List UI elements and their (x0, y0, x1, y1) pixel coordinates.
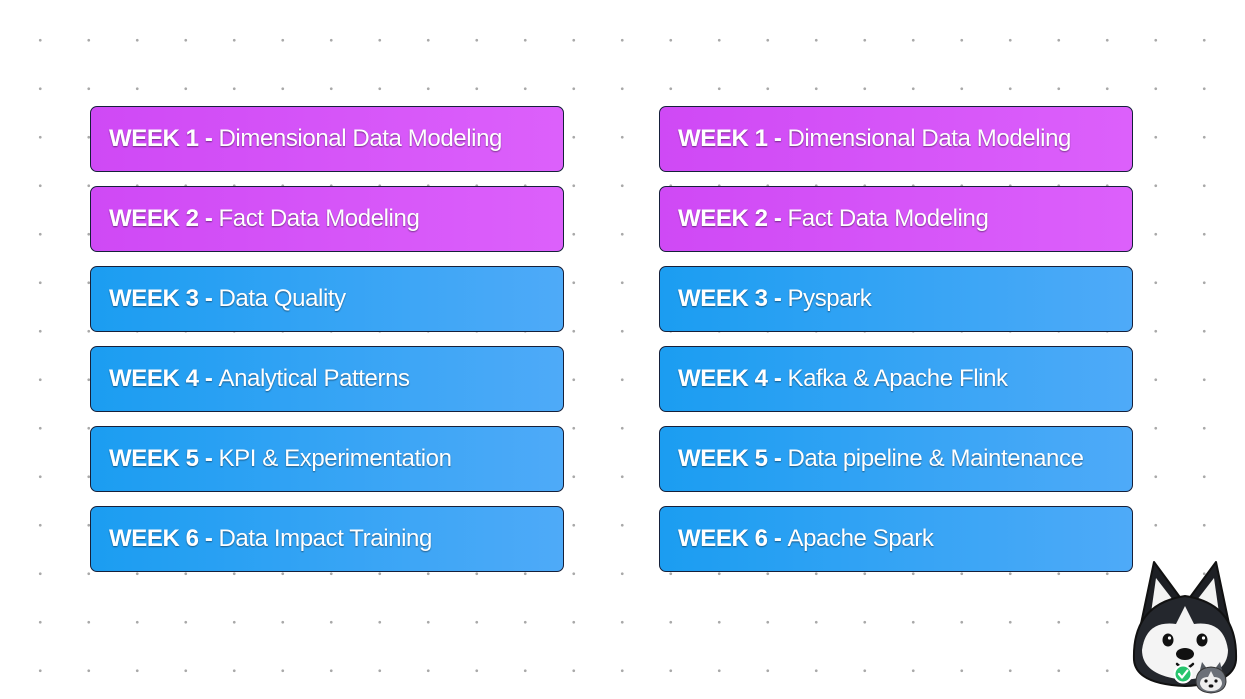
week-topic: Data pipeline & Maintenance (787, 445, 1084, 472)
week-card-right-3: WEEK 3 - Pyspark (659, 266, 1133, 332)
week-topic: Kafka & Apache Flink (787, 365, 1008, 392)
week-topic: KPI & Experimentation (218, 445, 452, 472)
week-label: WEEK 3 - (109, 285, 213, 312)
husky-mascot-icon (1128, 560, 1242, 694)
week-label: WEEK 6 - (109, 525, 213, 552)
week-label: WEEK 5 - (109, 445, 213, 472)
week-label: WEEK 5 - (678, 445, 782, 472)
week-topic: Pyspark (787, 285, 872, 312)
week-card-left-2: WEEK 2 - Fact Data Modeling (90, 186, 564, 252)
week-topic: Apache Spark (787, 525, 934, 552)
week-label: WEEK 4 - (678, 365, 782, 392)
week-card-right-1: WEEK 1 - Dimensional Data Modeling (659, 106, 1133, 172)
week-card-right-4: WEEK 4 - Kafka & Apache Flink (659, 346, 1133, 412)
week-label: WEEK 1 - (109, 125, 213, 152)
week-card-right-2: WEEK 2 - Fact Data Modeling (659, 186, 1133, 252)
right-week-column: WEEK 1 - Dimensional Data Modeling WEEK … (659, 106, 1133, 586)
week-topic: Fact Data Modeling (218, 205, 420, 232)
week-label: WEEK 6 - (678, 525, 782, 552)
week-label: WEEK 2 - (678, 205, 782, 232)
week-card-right-5: WEEK 5 - Data pipeline & Maintenance (659, 426, 1133, 492)
week-label: WEEK 1 - (678, 125, 782, 152)
week-topic: Data Quality (218, 285, 346, 312)
week-label: WEEK 2 - (109, 205, 213, 232)
week-label: WEEK 3 - (678, 285, 782, 312)
week-topic: Dimensional Data Modeling (218, 125, 502, 152)
week-card-left-6: WEEK 6 - Data Impact Training (90, 506, 564, 572)
week-topic: Dimensional Data Modeling (787, 125, 1071, 152)
week-card-left-1: WEEK 1 - Dimensional Data Modeling (90, 106, 564, 172)
week-card-left-4: WEEK 4 - Analytical Patterns (90, 346, 564, 412)
week-card-left-3: WEEK 3 - Data Quality (90, 266, 564, 332)
week-card-left-5: WEEK 5 - KPI & Experimentation (90, 426, 564, 492)
week-label: WEEK 4 - (109, 365, 213, 392)
left-week-column: WEEK 1 - Dimensional Data Modeling WEEK … (90, 106, 564, 586)
week-topic: Analytical Patterns (218, 365, 410, 392)
week-card-right-6: WEEK 6 - Apache Spark (659, 506, 1133, 572)
week-topic: Data Impact Training (218, 525, 432, 552)
week-topic: Fact Data Modeling (787, 205, 989, 232)
